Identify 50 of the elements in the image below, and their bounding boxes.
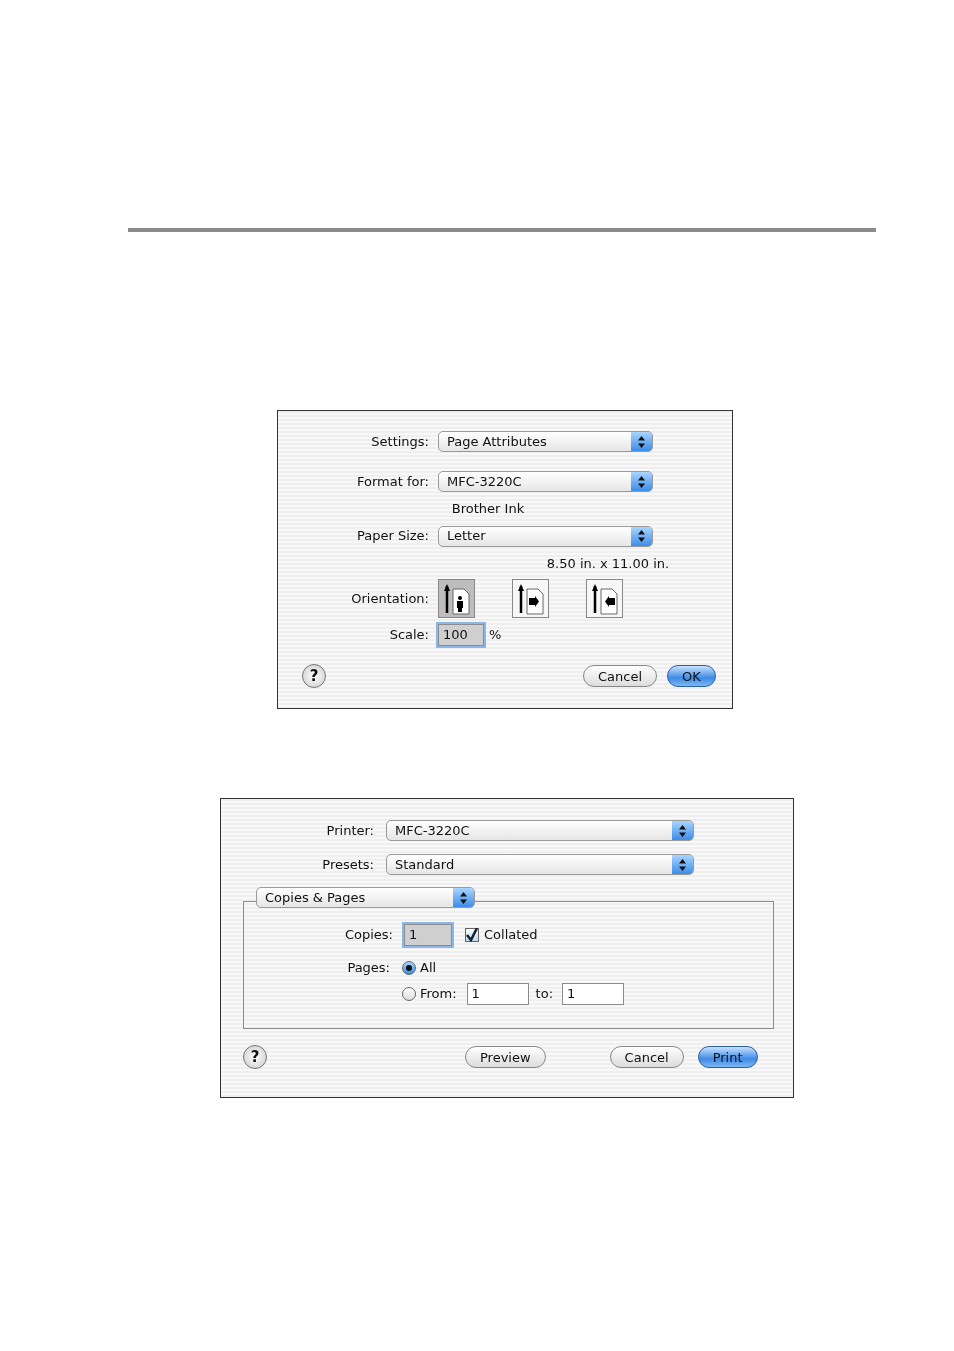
popup-menu[interactable]: Letter bbox=[438, 525, 653, 547]
field-label: Copies: bbox=[343, 926, 393, 945]
scale-field[interactable]: 100 bbox=[438, 624, 484, 646]
radio-button[interactable] bbox=[402, 986, 416, 1001]
field-label: Presets: bbox=[321, 855, 374, 874]
checkmark-icon bbox=[466, 928, 478, 942]
updown-arrows-icon bbox=[679, 824, 686, 837]
updown-arrows-icon bbox=[638, 435, 645, 448]
to-field[interactable]: 1 bbox=[562, 982, 625, 1005]
unit-label: % bbox=[489, 626, 502, 645]
popup-menu[interactable]: Page Attributes bbox=[438, 431, 653, 452]
field-label: Settings: bbox=[370, 432, 429, 451]
checkbox[interactable] bbox=[465, 928, 479, 942]
radio-button[interactable] bbox=[402, 960, 416, 975]
help-button[interactable]: ? bbox=[302, 664, 326, 688]
landscape-page-icon bbox=[591, 582, 618, 615]
radio-dot-icon bbox=[406, 964, 412, 971]
field-label: Paper Size: bbox=[356, 527, 429, 546]
field-label: Orientation: bbox=[350, 589, 429, 608]
updown-arrows-icon bbox=[638, 475, 645, 488]
info-text: Brother Ink bbox=[450, 500, 526, 518]
field-label: Pages: bbox=[346, 959, 390, 977]
popup-menu[interactable]: Copies & Pages bbox=[256, 887, 475, 908]
dialog-button[interactable]: OK bbox=[667, 665, 716, 687]
checkbox-label: Collated bbox=[484, 926, 538, 945]
radio-label: All bbox=[420, 959, 437, 977]
dialog-button[interactable]: Cancel bbox=[583, 665, 658, 687]
updown-arrows-icon bbox=[460, 891, 467, 904]
popup-menu[interactable]: MFC-3220C bbox=[386, 820, 694, 841]
field-label: Format for: bbox=[356, 472, 429, 491]
popup-menu[interactable]: Standard bbox=[386, 854, 694, 875]
updown-arrows-icon bbox=[638, 530, 645, 542]
field-label: Printer: bbox=[325, 821, 374, 840]
field-label: to: bbox=[535, 984, 554, 1003]
portrait-page-icon bbox=[443, 582, 470, 615]
dialog-button[interactable]: Print bbox=[697, 1046, 758, 1068]
copies-field[interactable]: 1 bbox=[404, 924, 452, 946]
updown-arrows-icon bbox=[679, 858, 686, 871]
info-text: 8.50 in. x 11.00 in. bbox=[545, 554, 671, 573]
orientation-button[interactable] bbox=[438, 579, 475, 618]
radio-label: From: bbox=[420, 984, 457, 1003]
landscape-page-icon bbox=[517, 582, 544, 615]
popup-menu[interactable]: MFC-3220C bbox=[438, 471, 653, 492]
dialog-button[interactable]: Preview bbox=[465, 1046, 546, 1068]
orientation-button[interactable] bbox=[512, 579, 549, 618]
help-button[interactable]: ? bbox=[243, 1045, 267, 1069]
field-label: Scale: bbox=[388, 626, 429, 645]
orientation-button[interactable] bbox=[586, 579, 623, 618]
dialog-button[interactable]: Cancel bbox=[609, 1046, 684, 1068]
from-field[interactable]: 1 bbox=[466, 982, 529, 1005]
